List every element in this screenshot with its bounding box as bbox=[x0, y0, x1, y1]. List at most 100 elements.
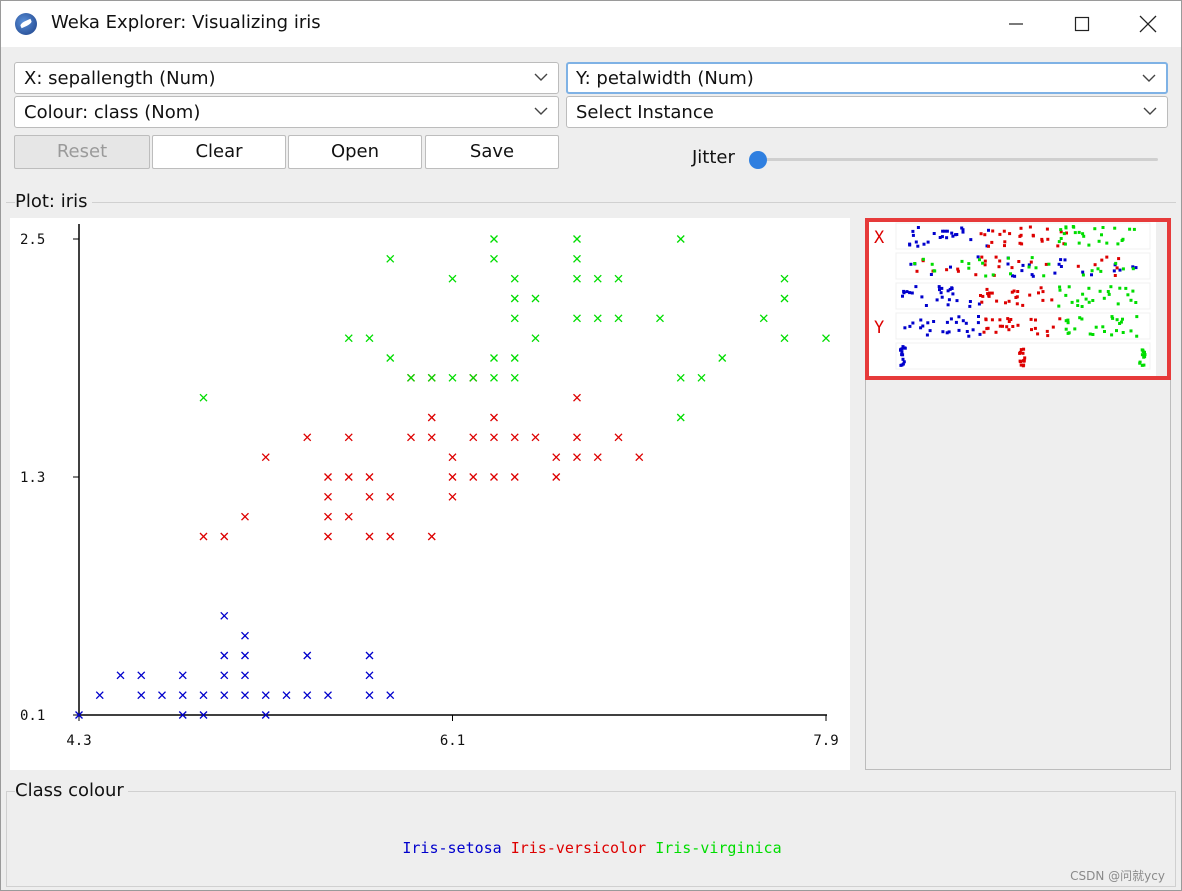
data-point[interactable] bbox=[635, 453, 644, 462]
data-point[interactable] bbox=[676, 413, 685, 422]
data-point[interactable] bbox=[324, 691, 332, 700]
data-point[interactable] bbox=[324, 492, 332, 501]
data-point[interactable] bbox=[448, 492, 457, 501]
data-point[interactable] bbox=[324, 512, 332, 521]
data-point[interactable] bbox=[427, 532, 436, 541]
data-point[interactable] bbox=[510, 433, 519, 442]
minimize-button[interactable] bbox=[983, 1, 1049, 47]
data-point[interactable] bbox=[365, 532, 374, 541]
data-point[interactable] bbox=[490, 354, 498, 362]
data-point[interactable] bbox=[303, 651, 312, 660]
legend-iris-versicolor[interactable]: Iris-versicolor bbox=[511, 839, 646, 857]
data-point[interactable] bbox=[407, 433, 415, 442]
data-point[interactable] bbox=[365, 651, 374, 660]
data-point[interactable] bbox=[241, 671, 249, 680]
data-point[interactable] bbox=[510, 314, 519, 323]
data-point[interactable] bbox=[510, 373, 519, 382]
legend-iris-setosa[interactable]: Iris-setosa bbox=[402, 839, 501, 857]
data-point[interactable] bbox=[427, 373, 436, 382]
data-point[interactable] bbox=[510, 354, 519, 362]
data-point[interactable] bbox=[656, 314, 664, 323]
data-point[interactable] bbox=[822, 334, 830, 343]
data-point[interactable] bbox=[573, 274, 581, 283]
data-point[interactable] bbox=[324, 473, 332, 481]
data-point[interactable] bbox=[241, 512, 249, 521]
data-point[interactable] bbox=[552, 453, 561, 462]
data-point[interactable] bbox=[220, 671, 229, 680]
data-point[interactable] bbox=[614, 433, 623, 442]
data-point[interactable] bbox=[386, 532, 395, 541]
data-point[interactable] bbox=[531, 294, 540, 303]
data-point[interactable] bbox=[365, 691, 374, 700]
data-point[interactable] bbox=[593, 274, 602, 283]
jitter-slider-track[interactable] bbox=[758, 158, 1158, 161]
data-point[interactable] bbox=[469, 473, 478, 481]
close-button[interactable] bbox=[1115, 1, 1181, 47]
data-point[interactable] bbox=[303, 691, 312, 700]
data-point[interactable] bbox=[510, 473, 519, 481]
data-point[interactable] bbox=[614, 274, 623, 283]
data-point[interactable] bbox=[386, 254, 395, 263]
data-point[interactable] bbox=[510, 294, 519, 303]
y-axis-select[interactable]: Y: petalwidth (Num) bbox=[566, 62, 1168, 94]
data-point[interactable] bbox=[95, 691, 104, 700]
data-point[interactable] bbox=[241, 631, 249, 640]
data-point[interactable] bbox=[490, 373, 498, 382]
data-point[interactable] bbox=[573, 314, 581, 323]
data-point[interactable] bbox=[780, 334, 789, 343]
data-point[interactable] bbox=[573, 393, 581, 402]
data-point[interactable] bbox=[573, 235, 581, 243]
data-point[interactable] bbox=[220, 611, 229, 620]
data-point[interactable] bbox=[448, 373, 457, 382]
data-point[interactable] bbox=[365, 492, 374, 501]
data-point[interactable] bbox=[531, 334, 540, 343]
data-point[interactable] bbox=[365, 473, 374, 481]
jitter-slider-handle[interactable] bbox=[749, 151, 767, 169]
reset-button[interactable]: Reset bbox=[14, 135, 150, 169]
data-point[interactable] bbox=[199, 393, 208, 402]
data-point[interactable] bbox=[344, 433, 353, 442]
data-point[interactable] bbox=[220, 532, 229, 541]
data-point[interactable] bbox=[427, 413, 436, 422]
data-point[interactable] bbox=[282, 691, 291, 700]
data-point[interactable] bbox=[697, 373, 706, 382]
data-point[interactable] bbox=[261, 453, 270, 462]
data-point[interactable] bbox=[676, 235, 685, 243]
colour-select[interactable]: Colour: class (Nom) bbox=[14, 96, 559, 128]
data-point[interactable] bbox=[490, 254, 498, 263]
data-point[interactable] bbox=[573, 254, 581, 263]
data-point[interactable] bbox=[261, 691, 270, 700]
data-point[interactable] bbox=[344, 512, 353, 521]
data-point[interactable] bbox=[365, 671, 374, 680]
x-axis-select[interactable]: X: sepallength (Num) bbox=[14, 62, 559, 94]
data-point[interactable] bbox=[759, 314, 768, 323]
data-point[interactable] bbox=[386, 492, 395, 501]
data-point[interactable] bbox=[448, 274, 457, 283]
data-point[interactable] bbox=[220, 691, 229, 700]
data-point[interactable] bbox=[324, 532, 332, 541]
data-point[interactable] bbox=[780, 294, 789, 303]
scatter-plot[interactable]: 4.3 6.1 7.9 0.1 1.3 2.5 bbox=[10, 218, 850, 770]
data-point[interactable] bbox=[490, 433, 498, 442]
data-point[interactable] bbox=[490, 413, 498, 422]
data-point[interactable] bbox=[137, 691, 146, 700]
save-button[interactable]: Save bbox=[425, 135, 559, 169]
data-point[interactable] bbox=[199, 532, 208, 541]
data-point[interactable] bbox=[676, 373, 685, 382]
title-bar[interactable]: Weka Explorer: Visualizing iris bbox=[1, 1, 1181, 47]
maximize-button[interactable] bbox=[1049, 1, 1115, 47]
data-point[interactable] bbox=[510, 274, 519, 283]
data-point[interactable] bbox=[780, 274, 789, 283]
data-point[interactable] bbox=[448, 453, 457, 462]
legend-iris-virginica[interactable]: Iris-virginica bbox=[655, 839, 781, 857]
data-point[interactable] bbox=[448, 473, 457, 481]
data-point[interactable] bbox=[241, 691, 249, 700]
data-point[interactable] bbox=[490, 473, 498, 481]
data-point[interactable] bbox=[386, 691, 395, 700]
select-instance-select[interactable]: Select Instance bbox=[566, 96, 1168, 128]
data-point[interactable] bbox=[573, 433, 581, 442]
data-point[interactable] bbox=[137, 671, 146, 680]
data-point[interactable] bbox=[552, 473, 561, 481]
data-point[interactable] bbox=[116, 671, 125, 680]
data-point[interactable] bbox=[531, 433, 540, 442]
